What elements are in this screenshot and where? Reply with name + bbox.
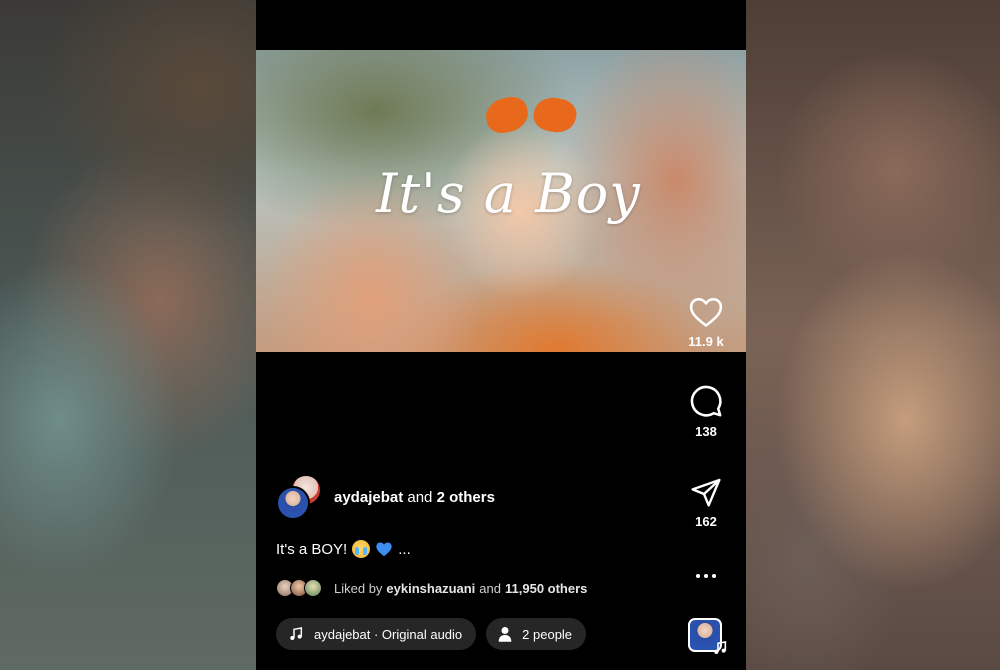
avatar	[276, 486, 310, 520]
chips-row: aydajebat · Original audio 2 people	[276, 618, 587, 650]
liked-by-joiner: and	[479, 580, 501, 596]
share-count: 162	[695, 514, 717, 529]
crying-face-emoji-icon	[352, 540, 371, 558]
liked-by-others[interactable]: 11,950 others	[505, 581, 587, 596]
share-button[interactable]: 162	[682, 476, 730, 529]
author-username[interactable]: aydajebat	[334, 489, 403, 506]
tagged-people-chip[interactable]: 2 people	[486, 618, 587, 650]
avatar	[304, 579, 322, 597]
collaborators-link[interactable]: 2 others	[437, 489, 495, 506]
author-row[interactable]: aydajebat and 2 others	[276, 474, 495, 520]
comment-bubble-icon	[690, 385, 722, 417]
more-dots-icon	[696, 574, 716, 578]
audio-chip[interactable]: aydajebat · Original audio	[276, 618, 477, 650]
like-button[interactable]: 11.9 k	[682, 296, 730, 349]
collab-avatars[interactable]	[276, 474, 324, 520]
caption-text: It's a BOY!	[276, 540, 348, 558]
people-chip-label: 2 people	[522, 626, 573, 642]
send-icon	[691, 478, 721, 507]
music-note-icon	[714, 641, 727, 654]
author-names[interactable]: aydajebat and 2 others	[334, 489, 495, 506]
author-joiner: and	[407, 488, 433, 506]
blurred-backdrop-right	[746, 0, 1000, 670]
video-overlay-title: It's a Boy	[376, 162, 641, 225]
audio-chip-label: aydajebat · Original audio	[314, 626, 463, 642]
like-count: 11.9 k	[688, 334, 724, 349]
person-icon	[498, 627, 512, 642]
caption-more[interactable]: ...	[398, 541, 411, 558]
comment-count: 138	[695, 424, 717, 439]
heart-icon	[689, 297, 723, 327]
comment-button[interactable]: 138	[682, 384, 730, 439]
blurred-backdrop-left	[0, 0, 256, 670]
liked-by-prefix: Liked by	[334, 580, 383, 596]
blue-heart-emoji-icon	[376, 542, 392, 557]
caption[interactable]: It's a BOY! ...	[276, 540, 411, 558]
orange-bow-decoration	[486, 96, 576, 136]
music-note-icon	[290, 627, 303, 640]
liked-by-row[interactable]: Liked by eykinshazuani and 11,950 others	[276, 578, 591, 598]
liker-avatars	[276, 579, 328, 597]
video-player[interactable]: It's a Boy	[256, 50, 746, 352]
more-options-button[interactable]	[682, 568, 730, 584]
reel-screen: It's a Boy 11.9 k 138 162 aydajebat and …	[256, 0, 746, 670]
liked-by-user[interactable]: eykinshazuani	[386, 581, 475, 596]
